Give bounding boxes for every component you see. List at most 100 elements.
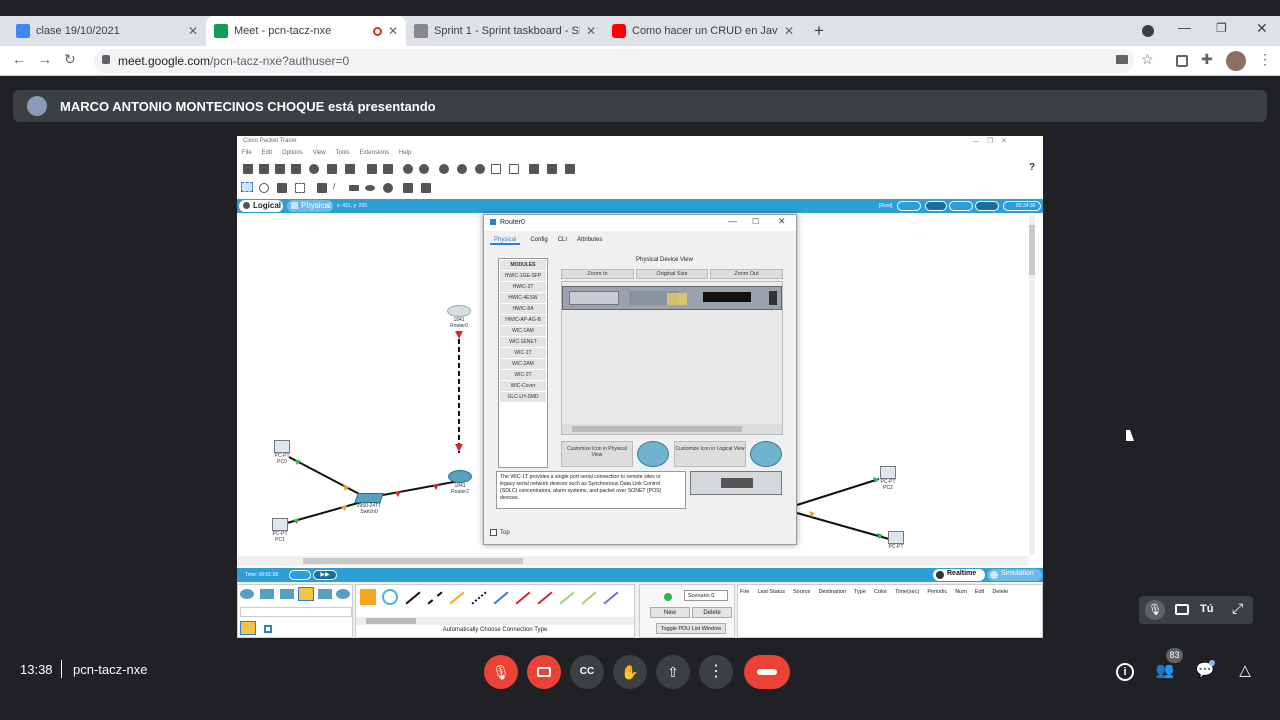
connections-category-icon[interactable] — [298, 587, 314, 601]
routers-category-icon[interactable] — [240, 589, 254, 599]
serial-dte-icon[interactable] — [537, 591, 553, 605]
module-item[interactable]: GLC-LH-SMD — [500, 392, 546, 402]
octal-cable-icon[interactable] — [559, 591, 575, 605]
menu-extensions[interactable]: Extensions — [360, 150, 389, 156]
mic-toggle-button[interactable]: 🎙 — [484, 655, 518, 689]
realtime-tab[interactable]: Realtime — [933, 569, 985, 581]
physical-device-view[interactable] — [561, 281, 783, 435]
copy-icon[interactable] — [367, 164, 377, 174]
view-icon[interactable] — [547, 164, 557, 174]
iot-cable-icon[interactable] — [581, 591, 597, 605]
serial-dce-icon[interactable] — [515, 591, 531, 605]
power-cycle-button[interactable] — [289, 570, 311, 580]
scroll-thumb[interactable] — [366, 618, 416, 624]
draw-rectangle-icon[interactable] — [349, 185, 359, 191]
canvas-hscrollbar[interactable] — [237, 556, 1029, 566]
inspect-icon[interactable] — [259, 183, 269, 193]
bookmark-star-icon[interactable]: ☆ — [1141, 51, 1154, 68]
reload-icon[interactable]: ↻ — [64, 51, 76, 68]
zoom-in-button[interactable]: Zoom In — [561, 269, 634, 279]
more-options-button[interactable]: ⋮ — [699, 655, 733, 689]
module-item[interactable]: WIC-1AM — [500, 326, 546, 336]
module-item[interactable]: HWIC-2T — [500, 282, 546, 292]
browser-tab-active[interactable]: Meet - pcn-tacz-nxe ✕ — [206, 16, 406, 46]
module-item[interactable]: HWIC-4ESW — [500, 293, 546, 303]
open-icon[interactable] — [259, 164, 269, 174]
fullscreen-icon[interactable]: ⤢ — [1232, 600, 1243, 617]
zoom-reset-icon[interactable] — [457, 164, 467, 174]
router2-device[interactable]: 1841 Router2 — [445, 470, 475, 495]
drawing-palette-icon[interactable] — [491, 164, 501, 174]
browser-tab[interactable]: Como hacer un CRUD en Java Sp ✕ — [604, 16, 802, 46]
dialog-maximize[interactable]: ☐ — [752, 217, 759, 226]
camera-toggle-button[interactable] — [527, 655, 561, 689]
module-item[interactable]: WIC-1T — [500, 348, 546, 358]
module-item[interactable]: HWIC-AP-AG-B — [500, 315, 546, 325]
top-checkbox[interactable] — [490, 529, 497, 536]
draw-line-icon[interactable]: / — [333, 182, 335, 191]
note-icon[interactable] — [317, 183, 327, 193]
new-icon[interactable] — [243, 164, 253, 174]
scroll-thumb[interactable] — [303, 558, 523, 564]
crossover-icon[interactable] — [427, 591, 443, 605]
tab-search-icon[interactable] — [1142, 25, 1154, 37]
pc0-device[interactable]: PC-PT PC0 — [269, 440, 295, 465]
tab-cli[interactable]: CLI — [558, 237, 567, 245]
network-info-icon[interactable] — [345, 164, 355, 174]
paste-icon[interactable] — [383, 164, 393, 174]
menu-tools[interactable]: Tools — [336, 150, 350, 156]
menu-view[interactable]: View — [313, 150, 326, 156]
physical-tab[interactable]: Physical — [287, 200, 333, 212]
select-icon[interactable] — [241, 182, 253, 192]
close-icon[interactable]: ✕ — [388, 24, 398, 38]
tab-config[interactable]: Config — [530, 237, 547, 245]
camera-off-icon[interactable] — [1175, 604, 1189, 615]
customize-physical-button[interactable]: Customize Icon in Physical View — [561, 441, 633, 467]
usb-cable-icon[interactable] — [603, 591, 619, 605]
new-cluster-button[interactable] — [897, 201, 921, 211]
fiber-icon[interactable] — [449, 591, 465, 605]
multiuser-category-icon[interactable] — [336, 589, 350, 599]
simulation-tab[interactable]: Simulation — [987, 569, 1042, 581]
toggle-pdu-list-button[interactable]: Toggle PDU List Window — [656, 623, 726, 634]
back-icon[interactable]: ← — [12, 51, 26, 67]
coaxial-icon[interactable] — [493, 591, 509, 605]
move-object-button[interactable] — [925, 201, 947, 211]
tab-physical[interactable]: Physical — [490, 237, 521, 245]
customize-logical-button[interactable]: Customize Icon in Logical View — [674, 441, 746, 467]
pt-window-controls[interactable]: — ❐ ✕ — [972, 137, 1007, 145]
mic-off-icon[interactable]: 🎙 — [1145, 600, 1165, 620]
delete-icon[interactable] — [277, 183, 287, 193]
module-item[interactable]: HWIC-8A — [500, 304, 546, 314]
set-tiled-background-button[interactable] — [949, 201, 973, 211]
wizard-icon[interactable] — [327, 164, 337, 174]
meeting-details-button[interactable]: i — [1113, 659, 1137, 683]
misc-category-icon[interactable] — [318, 589, 332, 599]
profile-avatar[interactable] — [1226, 51, 1246, 71]
module-item[interactable]: WIC-2AM — [500, 359, 546, 369]
scenario-select[interactable]: Scenario 0 — [684, 590, 728, 601]
viewport-button[interactable] — [975, 201, 999, 211]
new-tab-button[interactable]: + — [814, 21, 824, 41]
device-view-hscrollbar[interactable] — [562, 424, 782, 434]
close-icon[interactable]: ✕ — [188, 24, 198, 38]
connections-subtype-icon[interactable] — [240, 621, 256, 635]
dialog-close[interactable]: ✕ — [778, 216, 786, 227]
undo-icon[interactable] — [403, 164, 413, 174]
device-template-icon[interactable] — [509, 164, 519, 174]
redo-icon[interactable] — [419, 164, 429, 174]
save-icon[interactable] — [275, 164, 285, 174]
add-simple-pdu-icon[interactable] — [403, 183, 413, 193]
ipc-icon[interactable] — [529, 164, 539, 174]
close-icon[interactable]: ✕ — [586, 24, 596, 38]
info-icon[interactable] — [309, 164, 319, 174]
module-item[interactable]: WIC-2T — [500, 370, 546, 380]
pc3-device[interactable]: PC-PT — [883, 531, 909, 550]
tab-attributes[interactable]: Attributes — [577, 237, 602, 245]
activities-button[interactable]: △ — [1233, 659, 1257, 683]
pc2-device[interactable]: PC-PT PC2 — [875, 466, 901, 491]
grid-icon[interactable] — [264, 625, 272, 633]
dialog-minimize[interactable]: — — [728, 216, 737, 226]
console-cable-icon[interactable] — [382, 589, 398, 605]
pc1-device[interactable]: PC-PT PC1 — [267, 518, 293, 543]
